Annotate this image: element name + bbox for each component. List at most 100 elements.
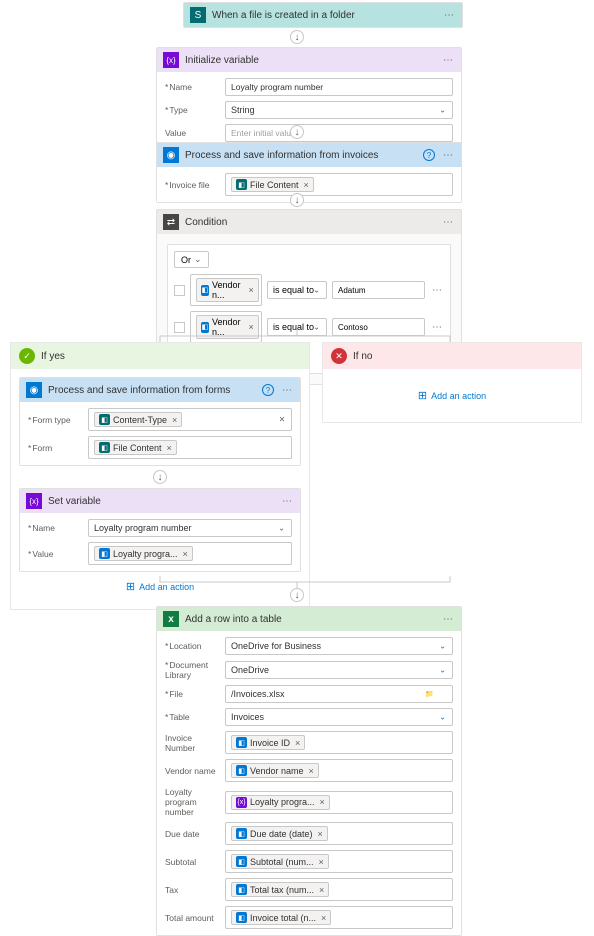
file-input[interactable]: /Invoices.xlsx📁 xyxy=(225,685,453,703)
value-label: Value xyxy=(28,549,82,559)
if-yes-branch: ✓ If yes ◉ Process and save information … xyxy=(10,342,310,610)
trigger-card[interactable]: S When a file is created in a folder ⋯ xyxy=(183,2,463,28)
condition-row: ◧Vendor n...× is equal to⌄ Contoso ⋯ xyxy=(174,311,444,343)
tax-input[interactable]: ◧Total tax (num...× xyxy=(225,878,453,901)
name-label: Name xyxy=(165,82,219,92)
table-label: Table xyxy=(165,712,219,722)
checkbox[interactable] xyxy=(174,285,185,296)
vendor-name-label: Vendor name xyxy=(165,766,219,776)
value-input[interactable]: Enter initial value xyxy=(225,124,453,142)
card-header[interactable]: {x} Initialize variable ⋯ xyxy=(157,48,461,72)
left-operand[interactable]: ◧Vendor n...× xyxy=(190,274,262,306)
variable-icon: {x} xyxy=(26,493,42,509)
ai-builder-icon: ◉ xyxy=(163,147,179,163)
if-no-branch: ✕ If no Add an action xyxy=(322,342,582,423)
card-title: Process and save information from forms xyxy=(48,385,256,396)
arrow-down-icon: ↓ xyxy=(153,470,167,484)
card-title: Set variable xyxy=(48,496,274,507)
due-date-input[interactable]: ◧Due date (date)× xyxy=(225,822,453,845)
sharepoint-icon: S xyxy=(190,7,206,23)
card-header[interactable]: ◉ Process and save information from form… xyxy=(20,378,300,402)
form-label: Form xyxy=(28,443,82,453)
right-operand[interactable]: Contoso xyxy=(332,318,425,336)
due-date-label: Due date xyxy=(165,829,219,839)
invoice-file-input[interactable]: ◧File Content× xyxy=(225,173,453,196)
location-select[interactable]: OneDrive for Business⌄ xyxy=(225,637,453,655)
menu-icon[interactable]: ⋯ xyxy=(442,10,456,21)
invoice-number-input[interactable]: ◧Invoice ID× xyxy=(225,731,453,754)
check-icon: ✓ xyxy=(19,348,35,364)
invoice-file-label: Invoice file xyxy=(165,180,219,190)
process-forms-card: ◉ Process and save information from form… xyxy=(19,377,301,466)
x-icon: ✕ xyxy=(331,348,347,364)
card-title: Initialize variable xyxy=(185,55,435,66)
chip-icon: ◧ xyxy=(201,322,209,333)
help-icon[interactable]: ? xyxy=(423,149,435,161)
tax-label: Tax xyxy=(165,885,219,895)
arrow-down-icon: ↓ xyxy=(290,30,304,44)
card-title: Condition xyxy=(185,217,435,228)
loyalty-label: Loyalty program number xyxy=(165,787,219,817)
initialize-variable-card: {x} Initialize variable ⋯ Name Loyalty p… xyxy=(156,47,462,149)
file-content-chip[interactable]: ◧File Content× xyxy=(231,177,314,192)
value-input[interactable]: ◧Loyalty progra...× xyxy=(88,542,292,565)
card-header[interactable]: {x} Set variable ⋯ xyxy=(20,489,300,513)
left-operand[interactable]: ◧Vendor n...× xyxy=(190,311,262,343)
operator-select[interactable]: is equal to⌄ xyxy=(267,281,327,299)
name-label: Name xyxy=(28,523,82,533)
add-row-card: x Add a row into a table ⋯ Location OneDr… xyxy=(156,606,462,936)
form-input[interactable]: ◧File Content× xyxy=(88,436,292,459)
condition-icon: ⇄ xyxy=(163,214,179,230)
row-menu-icon[interactable]: ⋯ xyxy=(430,322,444,333)
chip-icon: ◧ xyxy=(99,414,110,425)
variable-icon: {x} xyxy=(163,52,179,68)
add-action-link[interactable]: Add an action xyxy=(19,572,301,601)
chip-icon: ◧ xyxy=(99,548,110,559)
loyalty-input[interactable]: {x}Loyalty progra...× xyxy=(225,791,453,814)
doclib-select[interactable]: OneDrive⌄ xyxy=(225,661,453,679)
menu-icon[interactable]: ⋯ xyxy=(441,55,455,66)
menu-icon[interactable]: ⋯ xyxy=(280,496,294,507)
card-title: Add a row into a table xyxy=(185,614,435,625)
form-type-label: Form type xyxy=(28,415,82,425)
type-select[interactable]: String⌄ xyxy=(225,101,453,119)
card-header[interactable]: ◉ Process and save information from invo… xyxy=(157,143,461,167)
subtotal-input[interactable]: ◧Subtotal (num...× xyxy=(225,850,453,873)
location-label: Location xyxy=(165,641,219,651)
condition-row: ◧Vendor n...× is equal to⌄ Adatum ⋯ xyxy=(174,274,444,306)
form-type-input[interactable]: ◧Content-Type× × xyxy=(88,408,292,431)
menu-icon[interactable]: ⋯ xyxy=(441,217,455,228)
menu-icon[interactable]: ⋯ xyxy=(441,150,455,161)
menu-icon[interactable]: ⋯ xyxy=(280,385,294,396)
name-select[interactable]: Loyalty program number⌄ xyxy=(88,519,292,537)
name-input[interactable]: Loyalty program number xyxy=(225,78,453,96)
table-select[interactable]: Invoices⌄ xyxy=(225,708,453,726)
clear-icon[interactable]: × xyxy=(279,414,285,425)
folder-icon[interactable]: 📁 xyxy=(425,690,434,698)
card-header[interactable]: x Add a row into a table ⋯ xyxy=(157,607,461,631)
arrow-down-icon: ↓ xyxy=(290,125,304,139)
checkbox[interactable] xyxy=(174,322,185,333)
chevron-down-icon: ⌄ xyxy=(439,106,446,115)
add-action-link[interactable]: Add an action xyxy=(323,369,581,422)
row-menu-icon[interactable]: ⋯ xyxy=(430,285,444,296)
doclib-label: Document Library xyxy=(165,660,219,680)
subtotal-label: Subtotal xyxy=(165,857,219,867)
branch-title: If no xyxy=(353,351,573,362)
excel-icon: x xyxy=(163,611,179,627)
chip-icon: ◧ xyxy=(99,442,110,453)
arrow-down-icon: ↓ xyxy=(290,588,304,602)
operator-select[interactable]: is equal to⌄ xyxy=(267,318,327,336)
card-title: Process and save information from invoic… xyxy=(185,150,417,161)
invoice-number-label: Invoice Number xyxy=(165,733,219,753)
type-label: Type xyxy=(165,105,219,115)
total-input[interactable]: ◧Invoice total (n...× xyxy=(225,906,453,929)
card-header[interactable]: ⇄ Condition ⋯ xyxy=(157,210,461,234)
right-operand[interactable]: Adatum xyxy=(332,281,425,299)
chip-remove-icon[interactable]: × xyxy=(304,180,309,190)
menu-icon[interactable]: ⋯ xyxy=(441,614,455,625)
vendor-name-input[interactable]: ◧Vendor name× xyxy=(225,759,453,782)
help-icon[interactable]: ? xyxy=(262,384,274,396)
file-label: File xyxy=(165,689,219,699)
or-selector[interactable]: Or⌄ xyxy=(174,251,209,268)
